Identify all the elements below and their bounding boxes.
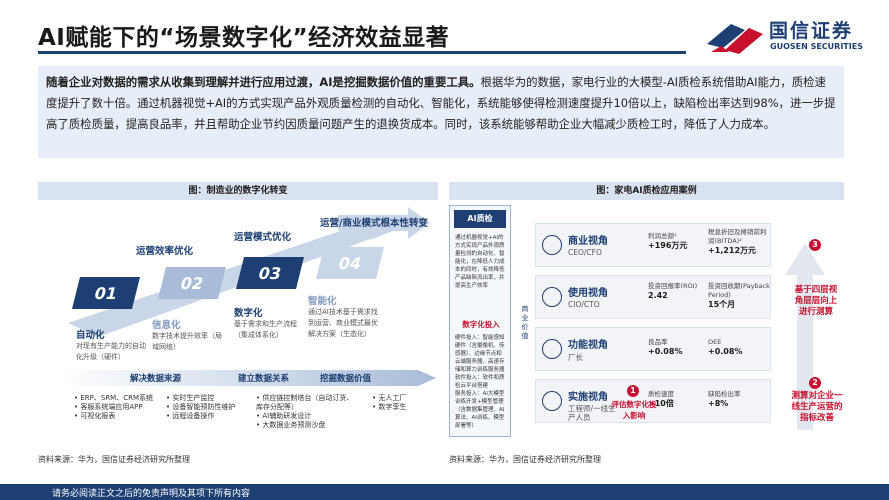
badge-1-label: 评估数字化投入影响	[611, 400, 657, 420]
list-item: • AI辅助研发设计	[256, 412, 312, 420]
person-icon	[542, 339, 562, 359]
summary-panel: 随着企业对数据的需求从收集到理解并进行应用过渡，AI是挖掘数据价值的重要工具。根…	[38, 66, 844, 158]
person-icon	[542, 391, 562, 411]
metric-1: 投资回报率(ROI) 2.42	[648, 282, 698, 300]
digital-investment-detail: 硬件投入：智能感知硬件（含摄像机、传感器）、边缘节点和云端服务器、高速存储和算力…	[455, 335, 505, 429]
list-column-1: • ERP、SRM、CRM系统 • 客服系统端应用APP • 可视化报表	[74, 394, 156, 421]
step-number-01: 01	[92, 283, 120, 303]
ai-box-text: 通过机器视觉+AI的方式实现产品外观质量检测的自动化、智能化，在降低人力成本的同…	[455, 235, 505, 289]
step-number-04: 04	[336, 253, 364, 273]
badge-3: 3	[809, 239, 821, 251]
left-figure-title: 图：制造业的数字化转变	[38, 182, 438, 200]
metric-2: OEE +0.08%	[708, 338, 743, 356]
step-box-04: 04	[316, 247, 384, 279]
ai-box-heading: AI质检	[454, 210, 506, 228]
slide: AI赋能下的“场景数字化”经济效益显著 国信证券 GUOSEN SECURITI…	[0, 0, 889, 500]
title-divider	[38, 51, 686, 54]
list-column-3: • 供应链控制塔台（自动订货、库存分配等） • AI辅助研发设计 • 大数据业务…	[256, 394, 354, 430]
person-icon	[542, 235, 562, 255]
stage-label-1: 运营效率优化	[136, 246, 194, 257]
footer-bar: 请务必阅读正文之后的免责声明及其项下所有内容	[0, 484, 889, 500]
view-role: CEO/CFO	[568, 248, 602, 257]
stage-label-3: 运营/商业模式根本性转变	[320, 218, 428, 229]
right-figure-source: 资料来源：华为，国信证券经济研究所整理	[449, 455, 601, 464]
metric-1: 良品率 +0.08%	[648, 338, 683, 356]
step-box-01: 01	[72, 277, 140, 309]
step-desc-04: 通过AI技术基于需求找到运营、商业模式最优解决方案（生态化）	[308, 308, 378, 338]
page-title: AI赋能下的“场景数字化”经济效益显著	[38, 25, 450, 51]
ai-quality-inspection-figure: AI质检 通过机器视觉+AI的方式实现产品外观质量检测的自动化、智能化，在降低人…	[449, 205, 844, 445]
right-figure-title: 图：家电AI质检应用案例	[449, 182, 844, 200]
view-usage: 使用视角 CIO/CTO 投资回报率(ROI) 2.42 投资回收期(Paybac…	[535, 275, 771, 319]
step-box-02: 02	[158, 267, 226, 299]
digital-transformation-figure: 运营效率优化 运营模式优化 运营/商业模式根本性转变 01 02 03 04 自…	[38, 205, 438, 445]
list-column-2: • 实时生产监控 • 设备智能预防性维护 • 远程设备操作	[166, 394, 246, 421]
step-desc-02: 数字技术提升效率（局域网络）	[152, 332, 222, 351]
list-item: • 远程设备操作	[166, 412, 215, 420]
list-item: • 无人工厂	[372, 394, 407, 402]
person-icon	[542, 287, 562, 307]
view-name: 商业视角	[568, 236, 608, 247]
list-item: • 客服系统端应用APP	[74, 403, 143, 411]
step-heading-04: 智能化	[308, 296, 337, 307]
logo-english-name: GUOSEN SECURITIES	[770, 42, 863, 51]
view-business: 商业视角 CEO/CFO 利润总额¹ +196万元 税息折旧及摊销前利润(BITD…	[535, 223, 771, 267]
step-number-03: 03	[256, 263, 284, 283]
metric-1: 利润总额¹ +196万元	[648, 232, 688, 250]
view-name: 使用视角	[568, 288, 608, 299]
list-item: • ERP、SRM、CRM系统	[74, 394, 154, 402]
badge-1: 1	[627, 385, 639, 397]
list-column-4: • 无人工厂 • 数字孪生	[372, 394, 432, 412]
metric-2: 缺陷检出率 +8%	[708, 390, 741, 408]
ai-inspection-box: AI质检 通过机器视觉+AI的方式实现产品外观质量检测的自动化、智能化，在降低人…	[449, 205, 511, 437]
logo-chinese-name: 国信证券	[769, 20, 854, 42]
view-role: 厂长	[568, 353, 583, 362]
step-heading-02: 信息化	[152, 320, 181, 331]
digital-investment-label: 数字化投入	[462, 320, 500, 329]
band-label-2: 建立数据关系	[238, 374, 290, 384]
left-figure-source: 资料来源：华为，国信证券经济研究所整理	[38, 455, 190, 464]
list-item: • 大数据业务预测沙盘	[256, 421, 326, 429]
guosen-logo: 国信证券 GUOSEN SECURITIES	[703, 14, 863, 56]
badge-3-label: 基于四层视角层层向上进行测算	[794, 285, 838, 317]
view-name: 功能视角	[568, 340, 608, 351]
metric-2: 税息折旧及摊销前利润(BITDA)² +1,212万元	[708, 228, 767, 255]
step-heading-03: 数字化	[234, 308, 263, 319]
step-number-02: 02	[178, 273, 206, 293]
stage-label-2: 运营模式优化	[234, 232, 292, 243]
step-box-03: 03	[236, 257, 304, 289]
metric-2: 投资回收期(Payback Period) 15个月	[708, 282, 770, 309]
view-function: 功能视角 厂长 良品率 +0.08% OEE +0.08%	[535, 327, 771, 371]
disclaimer-text: 请务必阅读正文之后的免责声明及其项下所有内容	[52, 489, 251, 499]
summary-lead: 随着企业对数据的需求从收集到理解并进行应用过渡，AI是挖掘数据价值的重要工具。	[46, 75, 481, 89]
list-item: • 实时生产监控	[166, 394, 215, 402]
badge-2: 2	[809, 377, 821, 389]
view-name: 实施视角	[568, 392, 608, 403]
list-item: • 数字孪生	[372, 403, 407, 411]
guosen-logo-mark	[707, 24, 763, 54]
view-role: CIO/CTO	[568, 300, 600, 309]
list-item: • 供应链控制塔台（自动订货、库存分配等）	[256, 394, 354, 411]
band-label-1: 解决数据来源	[130, 374, 182, 384]
list-item: • 设备智能预防性维护	[166, 403, 236, 411]
step-desc-03: 基于需求和生产流程（集成体系化）	[234, 320, 297, 339]
step-heading-01: 自动化	[76, 330, 105, 341]
list-item: • 可视化报表	[74, 412, 116, 420]
badge-2-label: 测算对企业一线生产运营的指标改善	[791, 391, 843, 423]
band-label-3: 挖掘数据价值	[320, 374, 372, 384]
step-desc-01: 对现有生产能力的自动化升级（硬件）	[76, 342, 146, 361]
business-value-vertical-label: 商业价值	[521, 305, 529, 340]
